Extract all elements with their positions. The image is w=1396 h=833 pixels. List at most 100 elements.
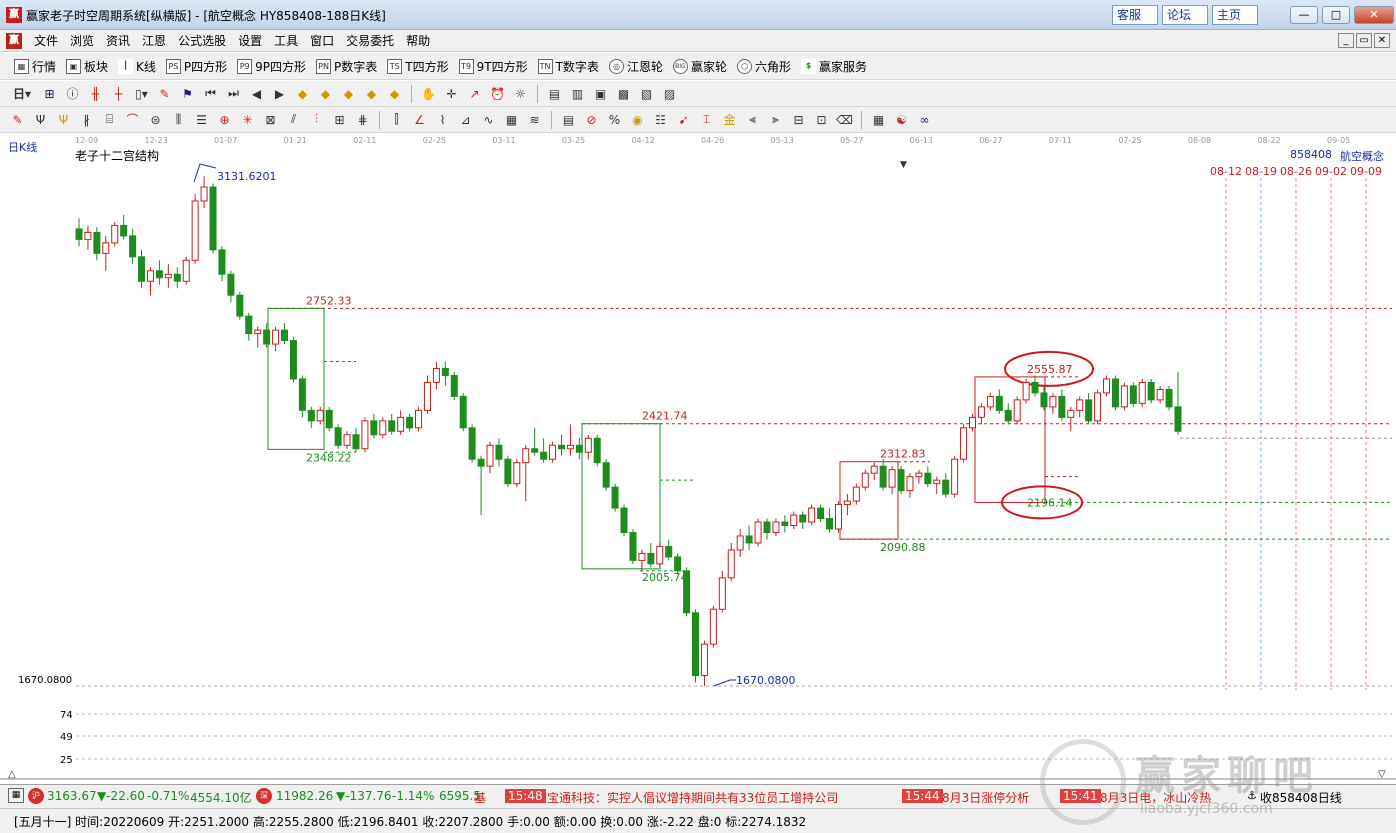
- diamond-icon-2[interactable]: ◆: [316, 84, 335, 103]
- prev-icon[interactable]: ◀: [247, 84, 266, 103]
- menu-help[interactable]: 帮助: [400, 33, 436, 49]
- time-zone-icon[interactable]: ⫼: [169, 110, 188, 129]
- table-icon[interactable]: ▤: [559, 110, 578, 129]
- first-icon[interactable]: ⏮: [201, 84, 220, 103]
- cycle-icon[interactable]: ⊜: [146, 110, 165, 129]
- speed-icon[interactable]: ⫽: [284, 110, 303, 129]
- zoom-icon[interactable]: ⊞: [40, 84, 59, 103]
- customer-service-link[interactable]: 客服: [1112, 5, 1158, 25]
- hand-icon[interactable]: ✋: [419, 84, 438, 103]
- toolbar-t-table[interactable]: TN T数字表: [537, 58, 599, 75]
- pen-icon[interactable]: ✎: [8, 110, 27, 129]
- menu-settings[interactable]: 设置: [232, 33, 268, 49]
- news-text-1[interactable]: 宝通科技：实控人倡议增持期间共有33位员工增持公司: [547, 789, 838, 806]
- menu-app-icon[interactable]: 赢: [6, 33, 22, 49]
- trend-icon[interactable]: ↗: [465, 84, 484, 103]
- chart-canvas[interactable]: 12-09 12-23 01-07 01-21 02-11 02-25 03-11 03-25…: [0, 134, 1396, 780]
- toolbar-kline[interactable]: ┃ K线: [118, 58, 156, 75]
- erase-icon[interactable]: ⌫: [835, 110, 854, 129]
- news-text-3[interactable]: 8月3日电，冰山冷热: [1100, 789, 1211, 806]
- gold-icon[interactable]: 金: [720, 110, 739, 129]
- toolbar-winner-wheel[interactable]: BIG 赢家轮: [672, 58, 727, 75]
- homepage-link[interactable]: 主页: [1212, 5, 1258, 25]
- toolbar-gann-wheel[interactable]: ◎ 江恩轮: [608, 58, 663, 75]
- last-icon[interactable]: ⏭: [224, 84, 243, 103]
- circle-icon[interactable]: ⊕: [215, 110, 234, 129]
- save-icon[interactable]: ▩: [614, 84, 633, 103]
- zigzag-icon[interactable]: ∿: [479, 110, 498, 129]
- lines-icon[interactable]: ≋: [525, 110, 544, 129]
- forum-link[interactable]: 论坛: [1162, 5, 1208, 25]
- star-icon[interactable]: ✳: [238, 110, 257, 129]
- triangle-icon[interactable]: ⊿: [456, 110, 475, 129]
- mdi-close-button[interactable]: ✕: [1374, 33, 1390, 48]
- info-icon[interactable]: ⓘ: [63, 84, 82, 103]
- wave-icon[interactable]: ⌇: [433, 110, 452, 129]
- menu-file[interactable]: 文件: [28, 33, 64, 49]
- angle-icon[interactable]: ∠: [410, 110, 429, 129]
- kline-chart[interactable]: 12-09 12-23 01-07 01-21 02-11 02-25 03-11 03-25…: [0, 134, 1396, 780]
- ladder-icon[interactable]: ⊞: [330, 110, 349, 129]
- toolbar-hexagon[interactable]: ⬡ 六角形: [736, 58, 791, 75]
- grid-lines-icon[interactable]: ⋕: [353, 110, 372, 129]
- coin-icon[interactable]: ◉: [628, 110, 647, 129]
- next-icon[interactable]: ▶: [270, 84, 289, 103]
- export-icon[interactable]: ▨: [660, 84, 679, 103]
- percent-diagonal-icon[interactable]: ⊘: [582, 110, 601, 129]
- bar-icon[interactable]: ┼: [109, 84, 128, 103]
- channel-icon[interactable]: ⫿: [387, 110, 406, 129]
- diamond-icon-3[interactable]: ◆: [339, 84, 358, 103]
- calculator-icon[interactable]: ▥: [568, 84, 587, 103]
- diamond-icon-5[interactable]: ◆: [385, 84, 404, 103]
- minimize-button[interactable]: —: [1290, 6, 1318, 24]
- mdi-restore-button[interactable]: ▭: [1356, 33, 1372, 48]
- toolbar-9t-square[interactable]: T9 9T四方形: [458, 58, 528, 75]
- diamond-icon-1[interactable]: ◆: [293, 84, 312, 103]
- layout-icon[interactable]: ▦: [869, 110, 888, 129]
- ruler-icon[interactable]: ☷: [651, 110, 670, 129]
- menu-browse[interactable]: 浏览: [64, 33, 100, 49]
- maximize-button[interactable]: □: [1322, 6, 1350, 24]
- draw-select-icon[interactable]: ▯▾: [132, 84, 151, 103]
- spiral-icon[interactable]: ⫶: [307, 110, 326, 129]
- toolbar-quotes[interactable]: ▦ 行情: [14, 58, 56, 75]
- flag-icon[interactable]: ⚑: [178, 84, 197, 103]
- toolbar-p-square[interactable]: PS P四方形: [165, 58, 227, 75]
- fib-icon[interactable]: ☰: [192, 110, 211, 129]
- menu-tools[interactable]: 工具: [268, 33, 304, 49]
- fib-ext-icon[interactable]: ⫸: [766, 110, 785, 129]
- arrow-icon[interactable]: ➹: [674, 110, 693, 129]
- indicator-icon[interactable]: ✎: [155, 84, 174, 103]
- print-icon[interactable]: ▧: [637, 84, 656, 103]
- parallel-icon[interactable]: ∦: [77, 110, 96, 129]
- menu-info[interactable]: 资讯: [100, 33, 136, 49]
- menu-trading[interactable]: 交易委托: [340, 33, 400, 49]
- arc-icon[interactable]: ⌒: [123, 110, 142, 129]
- news-text-2[interactable]: 8月3日涨停分析: [942, 789, 1029, 806]
- square-icon[interactable]: ⊠: [261, 110, 280, 129]
- diamond-icon-4[interactable]: ◆: [362, 84, 381, 103]
- menu-formula-screening[interactable]: 公式选股: [172, 33, 232, 49]
- period-dropdown[interactable]: 日 ▾: [8, 84, 36, 103]
- close-button[interactable]: ✕: [1354, 6, 1394, 24]
- toolbar-p-table[interactable]: PN P数字表: [316, 58, 377, 75]
- calendar-icon[interactable]: ▤: [545, 84, 564, 103]
- toolbar-sectors[interactable]: ▣ 板块: [66, 58, 108, 75]
- menu-gann[interactable]: 江恩: [136, 33, 172, 49]
- box-icon[interactable]: ⌸: [100, 110, 119, 129]
- yinyang-icon[interactable]: ☯: [892, 110, 911, 129]
- gann-box-icon[interactable]: ⊟: [789, 110, 808, 129]
- gann-grid-icon[interactable]: ⊡: [812, 110, 831, 129]
- toolbar-9p-square[interactable]: P9 9P四方形: [237, 58, 306, 75]
- gann-fan-icon[interactable]: Ψ: [54, 110, 73, 129]
- infinity-icon[interactable]: ∞: [915, 110, 934, 129]
- crosshair-icon[interactable]: ✛: [442, 84, 461, 103]
- percent-icon[interactable]: %: [605, 110, 624, 129]
- alarm-icon[interactable]: ⏰: [488, 84, 507, 103]
- text-icon[interactable]: ⌶: [697, 110, 716, 129]
- pitchfork-icon[interactable]: Ψ: [31, 110, 50, 129]
- table-icon[interactable]: ▦: [8, 788, 24, 803]
- toolbar-t-square[interactable]: TS T四方形: [387, 58, 449, 75]
- menu-window[interactable]: 窗口: [304, 33, 340, 49]
- fib-ret-icon[interactable]: ⫷: [743, 110, 762, 129]
